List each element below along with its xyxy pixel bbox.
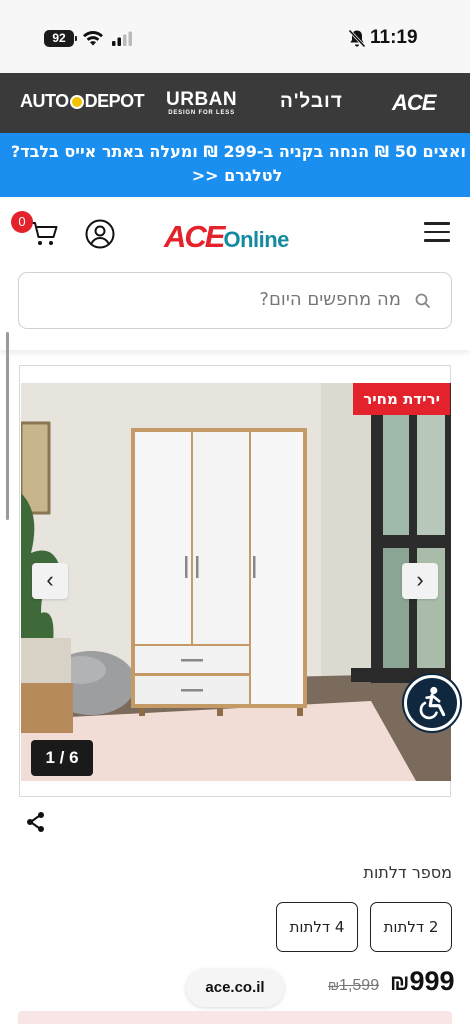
old-price-value: 1,599	[339, 977, 380, 994]
bottom-banner-edge	[18, 1011, 452, 1024]
brand-bar: AUTO DEPOT URBAN DESIGN FOR LESS דובל'ה A…	[0, 73, 470, 133]
chevron-left-icon[interactable]: ‹	[32, 563, 68, 599]
status-bar: 92 11:19	[0, 0, 470, 73]
share-icon[interactable]	[24, 810, 48, 834]
cart-count-badge: 0	[11, 211, 33, 233]
price-drop-badge: ירידת מחיר	[353, 383, 450, 415]
old-price: ₪1,599	[328, 977, 379, 995]
browser-url-pill[interactable]: ace.co.il	[186, 969, 284, 1007]
promo-line-1: ואצים 50 ₪ הנחה בקניה ב-299 ₪ ומעלה באתר…	[8, 142, 466, 161]
user-icon[interactable]	[85, 219, 115, 249]
clock: 11:19	[370, 27, 418, 48]
logo-ace-text: ACE	[164, 219, 225, 254]
brand-dubale-logo[interactable]: דובל'ה	[280, 91, 343, 113]
option-2-doors[interactable]: 2 דלתות	[370, 902, 452, 952]
ace-online-logo[interactable]: ACEOnline	[164, 219, 289, 255]
brand-autodepot-right: DEPOT	[84, 91, 145, 111]
current-price: ₪999	[390, 966, 455, 997]
image-counter: 1 / 6	[31, 740, 93, 776]
search-input[interactable]	[81, 289, 401, 310]
logo-online-text: Online	[223, 227, 289, 252]
old-currency-symbol: ₪	[328, 978, 340, 993]
autodepot-dot	[69, 95, 84, 109]
bell-muted-icon	[348, 29, 366, 48]
hamburger-icon[interactable]	[424, 222, 450, 242]
accessibility-icon[interactable]	[404, 675, 460, 731]
chevron-right-icon[interactable]: ›	[402, 563, 438, 599]
scroll-indicator	[6, 332, 9, 520]
currency-symbol: ₪	[390, 970, 410, 995]
product-image[interactable]	[21, 383, 451, 781]
brand-urban-logo[interactable]: URBAN DESIGN FOR LESS	[166, 90, 237, 116]
battery-indicator: 92	[44, 30, 77, 47]
current-price-value: 999	[409, 966, 455, 996]
product-gallery: ירידת מחיר ‹ › 1 / 6	[19, 365, 451, 797]
wifi-icon	[83, 30, 103, 46]
cart-icon[interactable]	[30, 221, 58, 247]
doors-option-label: מספר דלתות	[363, 863, 452, 882]
promo-line-2: לטלגרם <<	[191, 166, 283, 185]
brand-ace-logo[interactable]: ACE	[392, 90, 436, 116]
search-icon[interactable]	[415, 293, 431, 309]
brand-urban-name: URBAN	[166, 89, 238, 110]
brand-autodepot-logo[interactable]: AUTO DEPOT	[20, 91, 145, 112]
site-header: ACEOnline 0	[0, 197, 470, 520]
search-box[interactable]	[18, 272, 452, 329]
brand-autodepot-left: AUTO	[20, 91, 69, 111]
option-4-doors[interactable]: 4 דלתות	[276, 902, 358, 952]
brand-urban-tagline: DESIGN FOR LESS	[168, 110, 235, 116]
signal-icon	[112, 31, 132, 46]
promo-banner[interactable]: ואצים 50 ₪ הנחה בקניה ב-299 ₪ ומעלה באתר…	[0, 133, 470, 197]
